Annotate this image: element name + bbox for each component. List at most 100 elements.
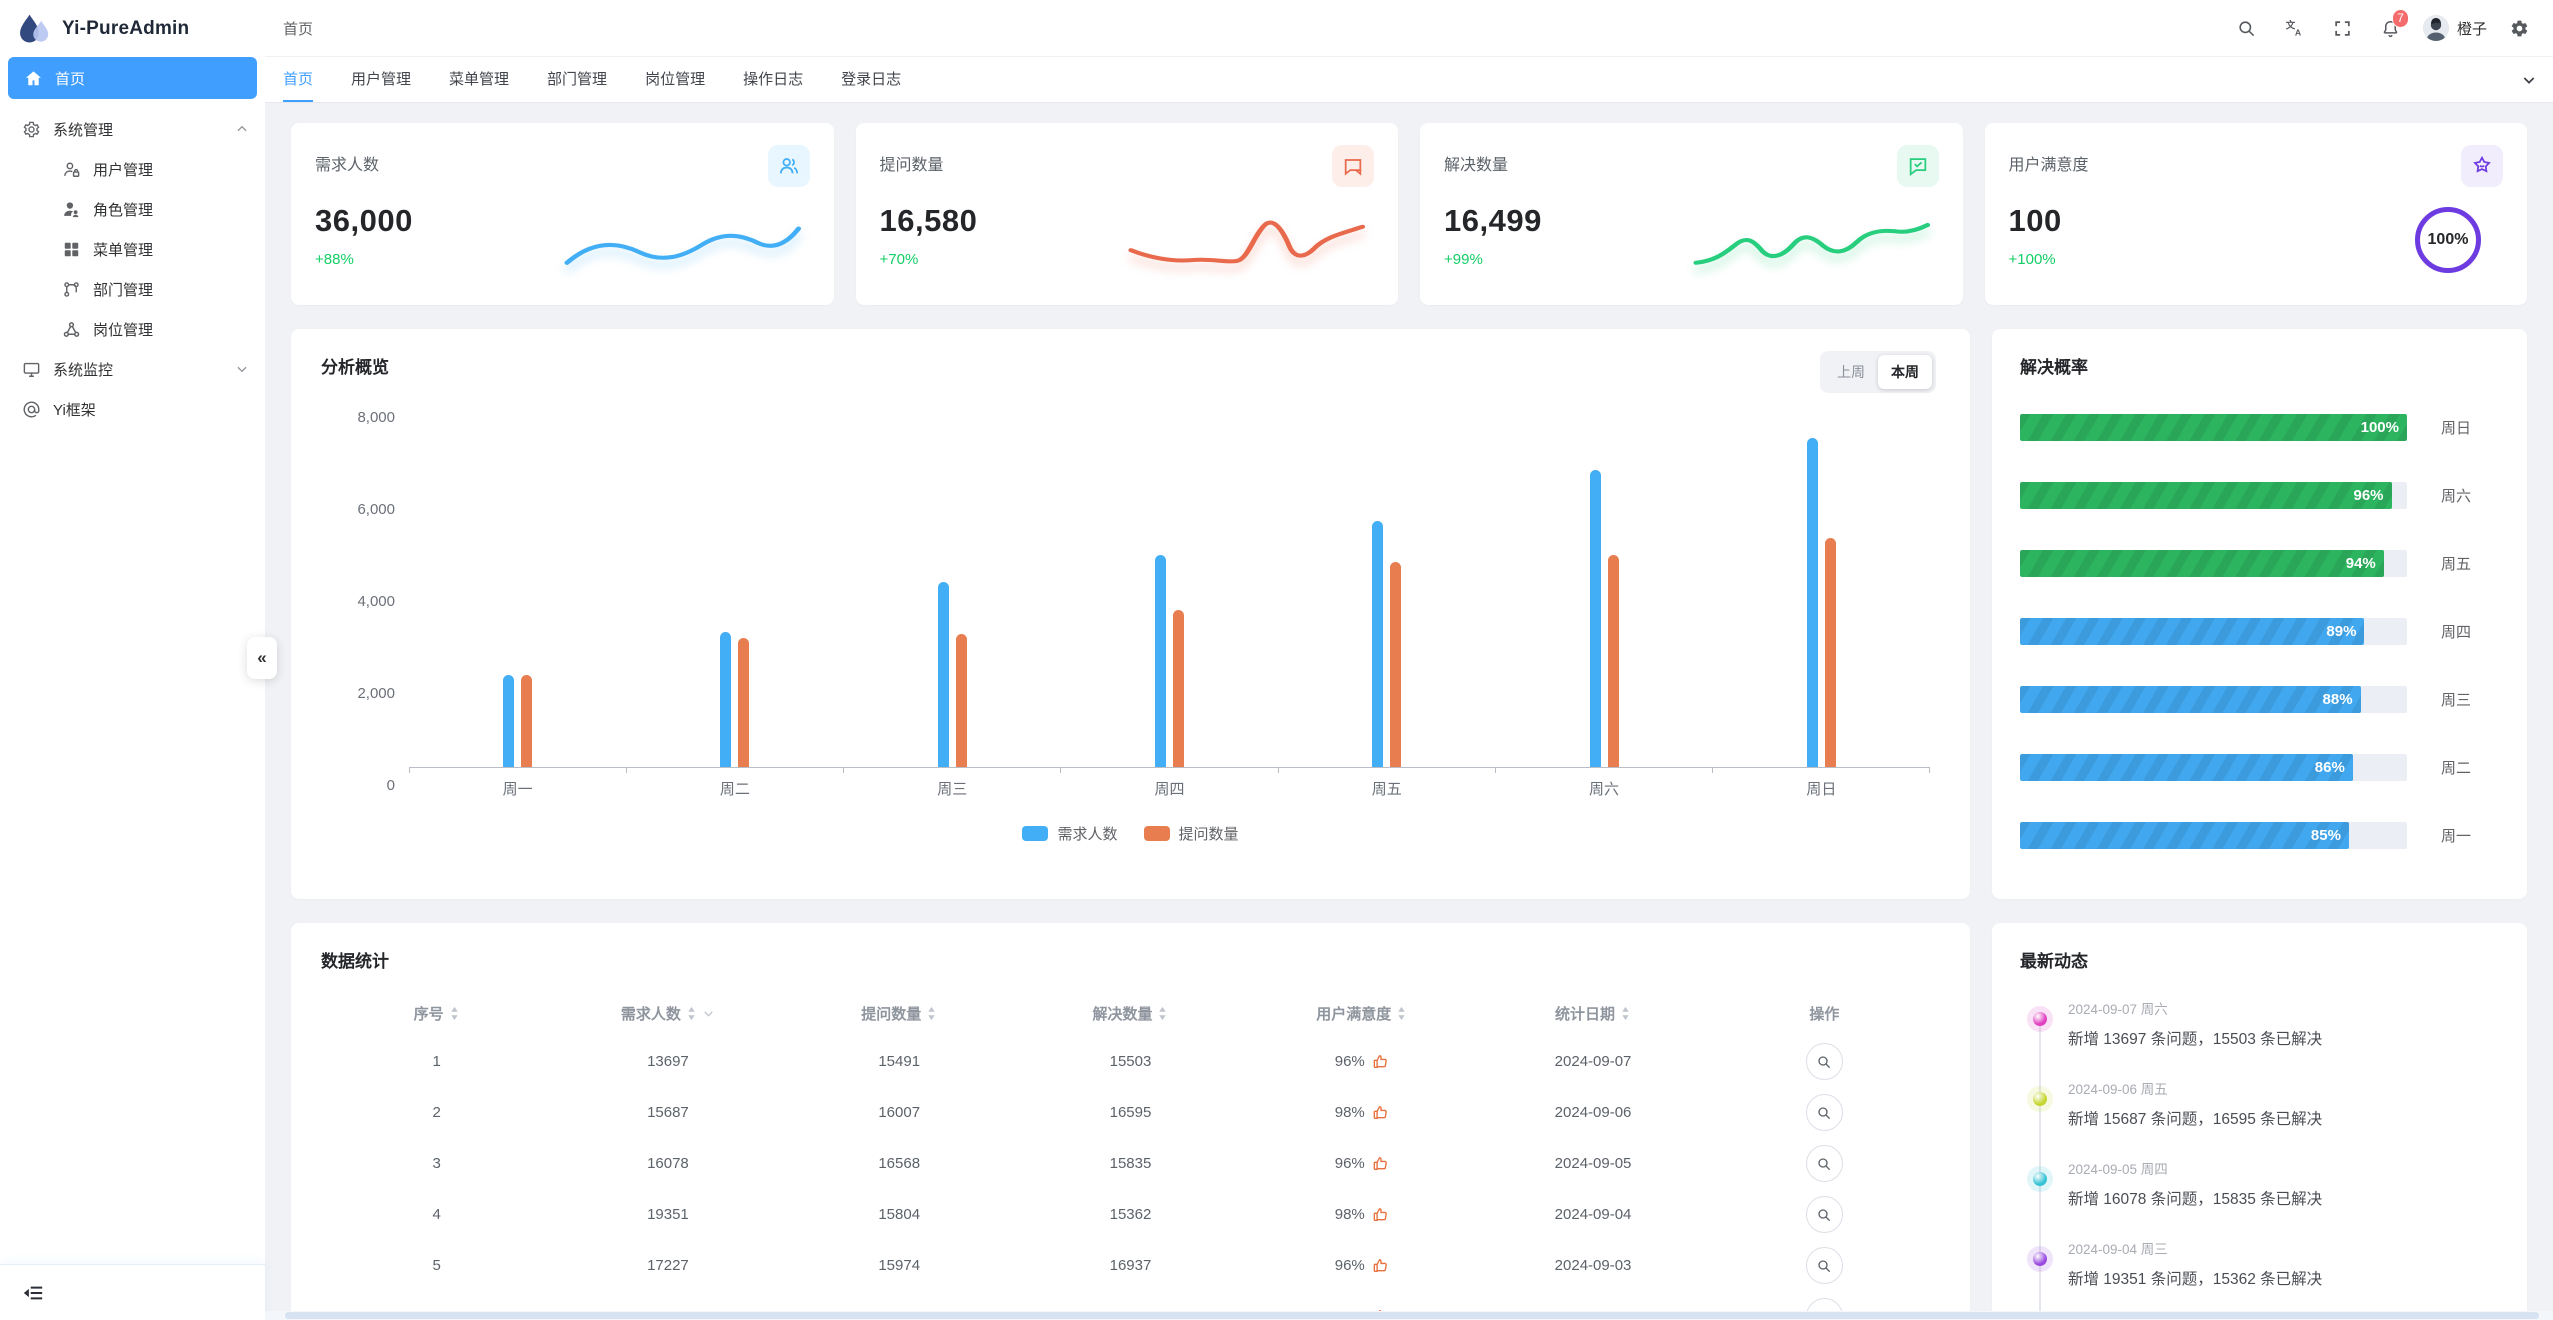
timeline-dot [2033,1172,2047,1186]
top-navbar: 首页 文A 7 橙子 [265,0,2553,57]
bar-提问数量-周一[interactable] [521,675,532,767]
x-axis-label: 周六 [1589,778,1619,799]
column-header-解决数量[interactable]: 解决数量 [1015,990,1246,1036]
search-icon[interactable] [2227,6,2267,50]
range-button-2[interactable]: 本周 [1878,355,1932,389]
view-row-button[interactable] [1806,1145,1843,1182]
bar-group-周六 [1590,418,1619,767]
sort-caret-icon[interactable] [926,1005,937,1022]
column-header-统计日期[interactable]: 统计日期 [1477,990,1708,1036]
collapse-menu-icon[interactable] [22,1282,44,1304]
sidebar-collapse-handle[interactable]: « [247,637,277,679]
sidebar-item-6[interactable]: 部门管理 [0,269,265,309]
column-label: 序号 [414,1003,444,1024]
progress-day-label: 周四 [2441,621,2499,642]
bar-需求人数-周一[interactable] [503,675,514,767]
cell-index: 4 [321,1189,552,1240]
sidebar-item-label: 系统监控 [53,359,113,380]
horizontal-scrollbar [265,1311,2553,1320]
horizontal-scrollbar-thumb[interactable] [285,1312,2539,1319]
sidebar-item-9[interactable]: Yi框架 [0,389,265,429]
stat-title: 用户满意度 [2009,145,2089,175]
tab-2[interactable]: 用户管理 [351,57,411,102]
tabs-chevron-down-icon[interactable] [2521,57,2537,102]
sidebar-item-1[interactable]: 首页 [8,57,257,99]
view-row-button[interactable] [1806,1247,1843,1284]
x-axis-label: 周二 [720,778,750,799]
table-body: 113697154911550396%2024-09-0721568716007… [321,1036,1940,1320]
view-row-button[interactable] [1806,1094,1843,1131]
progress-fill: 100% [2020,414,2407,441]
sidebar-item-8[interactable]: 系统监控 [0,349,265,389]
column-header-需求人数[interactable]: 需求人数 [552,990,783,1036]
bar-提问数量-周日[interactable] [1825,538,1836,767]
latest-activity-card: 最新动态 2024-09-07 周六新增 13697 条问题，15503 条已解… [1992,923,2527,1320]
user-menu[interactable]: 橙子 [2419,15,2491,41]
sidebar-item-label: 岗位管理 [93,319,153,340]
bar-需求人数-周日[interactable] [1807,438,1818,767]
column-header-序号[interactable]: 序号 [321,990,552,1036]
bar-提问数量-周六[interactable] [1608,555,1619,767]
latest-activity-title: 最新动态 [2020,947,2499,972]
column-header-提问数量[interactable]: 提问数量 [784,990,1015,1036]
sidebar-item-3[interactable]: 用户管理 [0,149,265,189]
tab-1[interactable]: 首页 [283,57,313,102]
username: 橙子 [2457,18,2487,39]
bar-group-周一 [503,418,532,767]
settings-gear-icon[interactable] [2499,6,2539,50]
bar-提问数量-周四[interactable] [1173,610,1184,767]
cell-solved: 16937 [1015,1240,1246,1291]
sidebar-item-2[interactable]: 系统管理 [0,109,265,149]
bar-需求人数-周三[interactable] [938,582,949,767]
sort-caret-icon[interactable] [449,1005,460,1022]
app-root: Yi-PureAdmin 首页系统管理用户管理角色管理菜单管理部门管理岗位管理系… [0,0,2553,1320]
bar-需求人数-周二[interactable] [720,632,731,767]
sort-caret-icon[interactable] [1157,1005,1168,1022]
translate-icon[interactable]: 文A [2275,6,2315,50]
x-axis-label: 周日 [1806,778,1836,799]
bell-icon[interactable]: 7 [2371,6,2411,50]
tab-4[interactable]: 部门管理 [547,57,607,102]
tab-3[interactable]: 菜单管理 [449,57,509,102]
bar-提问数量-周五[interactable] [1390,562,1401,767]
analysis-overview-card: 分析概览 上周本周 8,0006,0004,0002,0000 周一周二周三周四… [291,329,1970,899]
legend-item-需求人数[interactable]: 需求人数 [1022,823,1117,844]
column-header-用户满意度[interactable]: 用户满意度 [1246,990,1477,1036]
legend-swatch [1022,826,1048,841]
bar-chart-x-ticks [409,768,1930,773]
sort-caret-icon[interactable] [1396,1005,1407,1022]
logo[interactable]: Yi-PureAdmin [0,0,265,57]
bar-需求人数-周五[interactable] [1372,521,1383,767]
cell-satisfaction: 98% [1335,1104,1389,1121]
tab-5[interactable]: 岗位管理 [645,57,705,102]
share-icon [62,320,81,339]
filter-chevron-icon[interactable] [702,1007,715,1020]
y-axis-label: 6,000 [357,501,395,518]
progress-track: 100% [2020,414,2407,441]
avatar [2423,15,2449,41]
sidebar-item-7[interactable]: 岗位管理 [0,309,265,349]
tab-7[interactable]: 登录日志 [841,57,901,102]
sidebar-item-5[interactable]: 菜单管理 [0,229,265,269]
progress-day-label: 周一 [2441,825,2499,846]
sort-caret-icon[interactable] [686,1005,697,1022]
chat-icon [1332,145,1374,187]
thumb-up-icon [1372,1206,1389,1223]
bar-需求人数-周六[interactable] [1590,470,1601,767]
bar-提问数量-周三[interactable] [956,634,967,767]
app-title: Yi-PureAdmin [62,18,189,40]
fullscreen-icon[interactable] [2323,6,2363,50]
legend-item-提问数量[interactable]: 提问数量 [1144,823,1239,844]
cell-questions: 15804 [784,1189,1015,1240]
view-row-button[interactable] [1806,1196,1843,1233]
progress-track: 88% [2020,686,2407,713]
range-button-1[interactable]: 上周 [1824,355,1878,389]
view-row-button[interactable] [1806,1043,1843,1080]
bar-需求人数-周四[interactable] [1155,555,1166,767]
tab-6[interactable]: 操作日志 [743,57,803,102]
sort-caret-icon[interactable] [1620,1005,1631,1022]
progress-fill: 96% [2020,482,2392,509]
sidebar-item-4[interactable]: 角色管理 [0,189,265,229]
bar-提问数量-周二[interactable] [738,638,749,767]
message-check-icon [1897,145,1939,187]
